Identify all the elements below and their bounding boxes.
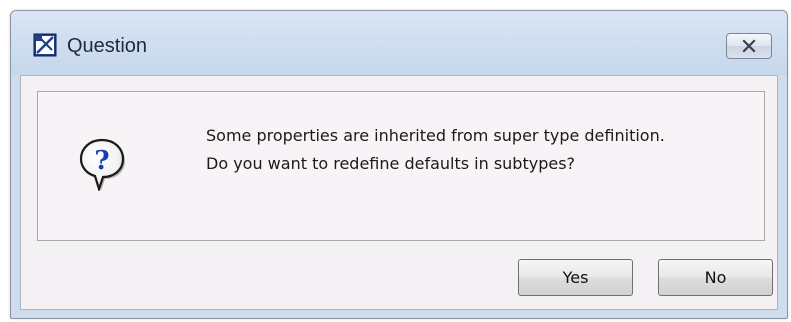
dialog-title: Question [67, 35, 148, 57]
question-icon: ? [78, 137, 126, 193]
question-dialog: Question ? Some properties are inherited… [10, 10, 788, 319]
message-panel: ? Some properties are inherited from sup… [37, 91, 765, 241]
app-logo-icon [33, 33, 57, 57]
close-icon [742, 39, 756, 53]
close-button[interactable] [726, 33, 772, 59]
yes-button[interactable]: Yes [518, 259, 633, 296]
svg-text:?: ? [94, 146, 109, 176]
title-bar[interactable]: Question [11, 11, 787, 75]
message-text: Some properties are inherited from super… [206, 122, 665, 178]
message-line: Do you want to redefine defaults in subt… [206, 154, 576, 173]
dialog-body: ? Some properties are inherited from sup… [20, 75, 778, 310]
no-button[interactable]: No [658, 259, 773, 296]
message-line: Some properties are inherited from super… [206, 126, 665, 145]
